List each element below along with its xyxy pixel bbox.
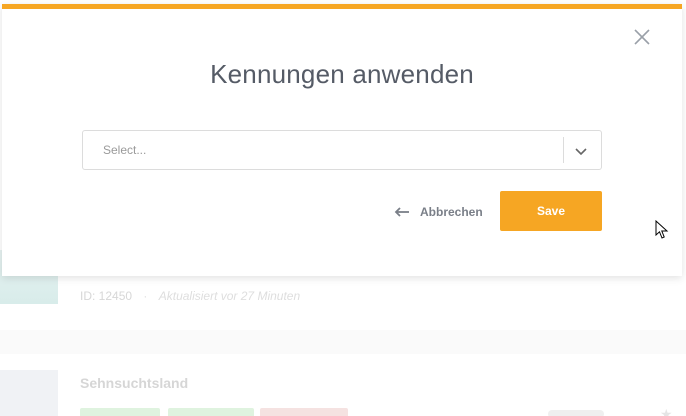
item-action-pill xyxy=(548,410,604,416)
meta-separator: · xyxy=(143,289,148,303)
item-thumbnail xyxy=(0,370,58,416)
item-meta: ID: 12450 · Aktualisiert vor 27 Minuten xyxy=(80,289,300,303)
item-tag xyxy=(260,408,348,416)
item-id: ID: 12450 xyxy=(80,289,133,303)
apply-identifiers-modal: Kennungen anwenden Select... Abbrechen S… xyxy=(2,4,682,276)
item-tag xyxy=(168,408,254,416)
select-separator xyxy=(563,137,564,163)
page: ID: 12450 · Aktualisiert vor 27 Minuten … xyxy=(0,0,686,416)
arrow-left-icon xyxy=(394,206,410,218)
close-icon[interactable] xyxy=(632,27,652,47)
save-button[interactable]: Save xyxy=(500,191,602,231)
list-divider xyxy=(0,330,686,354)
item-updated: Aktualisiert vor 27 Minuten xyxy=(158,289,301,303)
identifier-select[interactable]: Select... xyxy=(82,130,602,170)
item-title: Sehnsuchtsland xyxy=(80,375,189,391)
modal-title: Kennungen anwenden xyxy=(210,59,474,89)
cancel-label: Abbrechen xyxy=(420,205,483,219)
chevron-down-icon[interactable] xyxy=(573,143,589,159)
item-tag xyxy=(80,408,160,416)
star-icon: ★ xyxy=(660,406,673,416)
select-placeholder: Select... xyxy=(103,143,147,157)
mouse-pointer-icon xyxy=(655,219,669,240)
cancel-button[interactable]: Abbrechen xyxy=(394,202,483,222)
